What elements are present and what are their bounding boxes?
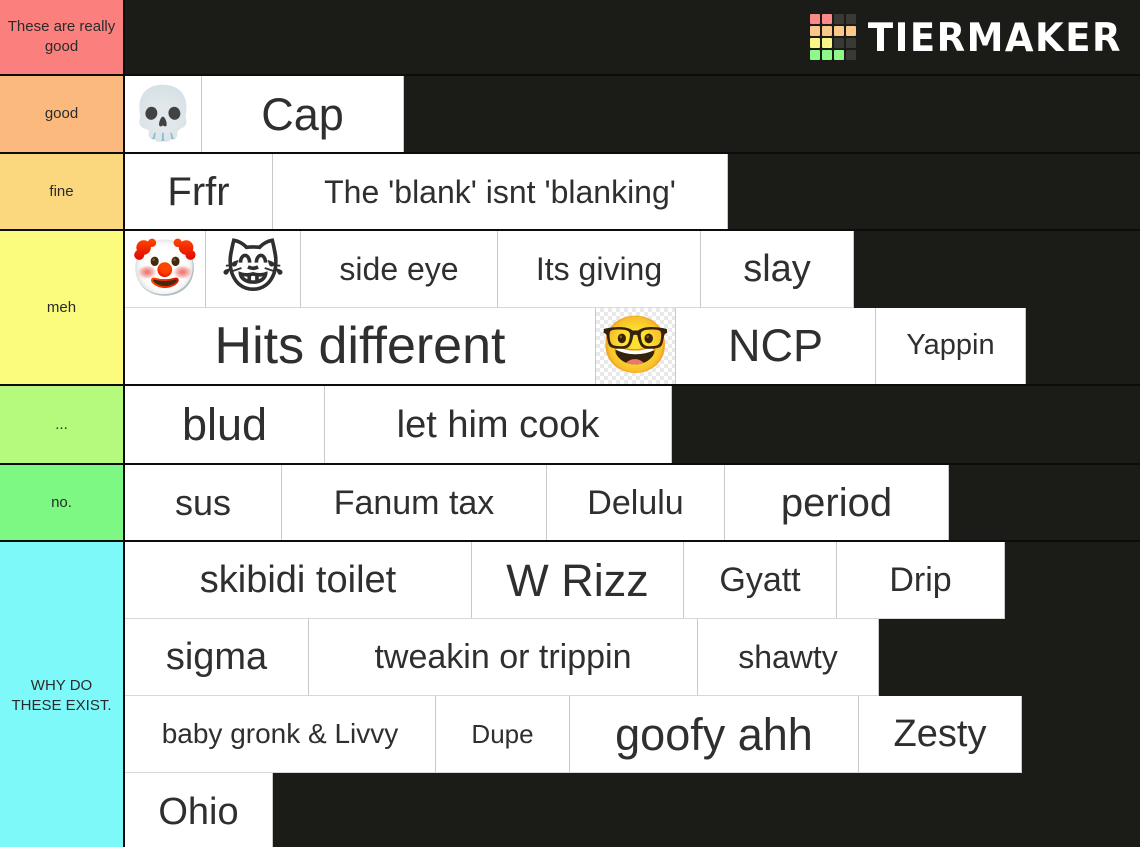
tiermaker-wordmark: TIERMAKER bbox=[867, 14, 1122, 60]
tier-item[interactable]: 😹 bbox=[206, 231, 301, 308]
tier-item[interactable]: Gyatt bbox=[684, 542, 837, 619]
tier-empty-space bbox=[404, 76, 1140, 152]
tier-item[interactable]: skibidi toilet bbox=[125, 542, 472, 619]
logo-cell-r2-c1 bbox=[809, 26, 820, 36]
tier-label[interactable]: fine bbox=[0, 154, 125, 229]
tier-item[interactable]: Hits different bbox=[125, 307, 596, 384]
tier-item[interactable]: sus bbox=[125, 465, 282, 540]
logo-cell-r4-c1 bbox=[809, 50, 820, 60]
logo-cell-r2-c3 bbox=[833, 26, 844, 36]
tier-item[interactable]: The 'blank' isnt 'blanking' bbox=[273, 154, 728, 229]
logo-cell-r2-c4 bbox=[845, 26, 856, 36]
logo-cell-r4-c3 bbox=[833, 50, 844, 60]
tier-empty-space bbox=[728, 154, 1140, 229]
tier-empty-space bbox=[1026, 307, 1140, 384]
logo-cell-r1-c3 bbox=[833, 14, 844, 24]
tier-label[interactable]: These are really good bbox=[0, 0, 125, 74]
tier-item[interactable]: side eye bbox=[301, 231, 498, 308]
tier-item-line: sus Fanum tax Delulu period bbox=[125, 465, 1140, 540]
logo-cell-r3-c1 bbox=[809, 38, 820, 48]
tier-item[interactable]: baby gronk & Livvy bbox=[125, 696, 436, 773]
tier-item-area[interactable]: sus Fanum tax Delulu period bbox=[125, 465, 1140, 540]
tier-list-rows: These are really good good 💀 Cap fine Frfr The… bbox=[0, 0, 1140, 847]
tier-empty-space bbox=[1005, 542, 1140, 619]
tier-item[interactable]: let him cook bbox=[325, 386, 672, 463]
tiermaker-logo-grid-icon bbox=[809, 14, 856, 60]
logo-cell-r3-c3 bbox=[833, 38, 844, 48]
tier-item-area[interactable]: Frfr The 'blank' isnt 'blanking' bbox=[125, 154, 1140, 229]
tier-empty-space bbox=[949, 465, 1140, 540]
logo-cell-r4-c4 bbox=[845, 50, 856, 60]
tier-item[interactable]: W Rizz bbox=[472, 542, 684, 619]
tier-item[interactable]: tweakin or trippin bbox=[309, 619, 698, 696]
tier-item[interactable]: blud bbox=[125, 386, 325, 463]
tier-item[interactable]: Ohio bbox=[125, 773, 273, 847]
tier-item[interactable]: 🤓 bbox=[596, 307, 676, 384]
tier-item[interactable]: shawty bbox=[698, 619, 879, 696]
tier-item[interactable]: Cap bbox=[202, 76, 404, 152]
tier-item[interactable]: Frfr bbox=[125, 154, 273, 229]
tier-label[interactable]: ... bbox=[0, 386, 125, 463]
tier-item[interactable]: period bbox=[725, 465, 949, 540]
tier-item-line: 🤡 😹 side eye Its giving slay bbox=[125, 231, 1140, 308]
tier-row: ... blud let him cook bbox=[0, 386, 1140, 465]
tier-item[interactable]: Zesty bbox=[859, 696, 1022, 773]
tier-item-area[interactable]: blud let him cook bbox=[125, 386, 1140, 463]
tier-item-line: Ohio bbox=[125, 773, 1140, 847]
logo-cell-r1-c2 bbox=[821, 14, 832, 24]
tier-item[interactable]: Delulu bbox=[547, 465, 725, 540]
tier-item[interactable]: sigma bbox=[125, 619, 309, 696]
tier-item[interactable]: NCP bbox=[676, 307, 876, 384]
tier-empty-space bbox=[273, 773, 1140, 847]
tier-item-area[interactable]: 🤡 😹 side eye Its giving slay Hits different 🤓 N… bbox=[125, 231, 1140, 384]
tier-label[interactable]: no. bbox=[0, 465, 125, 540]
tier-item[interactable]: Yappin bbox=[876, 307, 1026, 384]
logo-cell-r2-c2 bbox=[821, 26, 832, 36]
tier-item[interactable]: Its giving bbox=[498, 231, 701, 308]
tier-empty-space bbox=[1022, 696, 1140, 773]
tier-item-area[interactable]: 💀 Cap bbox=[125, 76, 1140, 152]
tier-row: WHY DO THESE EXIST. skibidi toilet W Rizz G… bbox=[0, 542, 1140, 847]
tiermaker-logo[interactable]: TIERMAKER bbox=[809, 14, 1122, 60]
logo-cell-r3-c2 bbox=[821, 38, 832, 48]
tier-label[interactable]: meh bbox=[0, 231, 125, 384]
tier-item-line: baby gronk & Livvy Dupe goofy ahh Zesty bbox=[125, 696, 1140, 773]
logo-cell-r4-c2 bbox=[821, 50, 832, 60]
tier-label[interactable]: WHY DO THESE EXIST. bbox=[0, 542, 125, 847]
tier-item-line: 💀 Cap bbox=[125, 76, 1140, 152]
tier-item[interactable]: Fanum tax bbox=[282, 465, 547, 540]
tier-empty-space bbox=[879, 619, 1140, 696]
tier-item-line: Hits different 🤓 NCP Yappin bbox=[125, 307, 1140, 384]
tier-row: meh 🤡 😹 side eye Its giving slay Hits differen… bbox=[0, 231, 1140, 386]
tier-item-line: blud let him cook bbox=[125, 386, 1140, 463]
tier-item[interactable]: 🤡 bbox=[125, 231, 206, 308]
tier-item[interactable]: Drip bbox=[837, 542, 1005, 619]
tier-row: fine Frfr The 'blank' isnt 'blanking' bbox=[0, 154, 1140, 231]
tier-item[interactable]: goofy ahh bbox=[570, 696, 859, 773]
logo-cell-r1-c4 bbox=[845, 14, 856, 24]
tier-item-area[interactable]: skibidi toilet W Rizz Gyatt Drip sigma tweaki… bbox=[125, 542, 1140, 847]
logo-cell-r1-c1 bbox=[809, 14, 820, 24]
tier-item-line: sigma tweakin or trippin shawty bbox=[125, 619, 1140, 696]
tier-label[interactable]: good bbox=[0, 76, 125, 152]
tier-empty-space bbox=[672, 386, 1140, 463]
tier-item[interactable]: slay bbox=[701, 231, 854, 308]
tier-item-line: skibidi toilet W Rizz Gyatt Drip bbox=[125, 542, 1140, 619]
tier-row: no. sus Fanum tax Delulu period bbox=[0, 465, 1140, 542]
tiermaker-board: TIERMAKER These are really good good 💀 Cap f… bbox=[0, 0, 1140, 847]
tier-item[interactable]: 💀 bbox=[125, 76, 202, 152]
tier-item-line: Frfr The 'blank' isnt 'blanking' bbox=[125, 154, 1140, 229]
tier-item[interactable]: Dupe bbox=[436, 696, 570, 773]
tier-empty-space bbox=[854, 231, 1140, 308]
logo-cell-r3-c4 bbox=[845, 38, 856, 48]
tier-row: good 💀 Cap bbox=[0, 76, 1140, 154]
